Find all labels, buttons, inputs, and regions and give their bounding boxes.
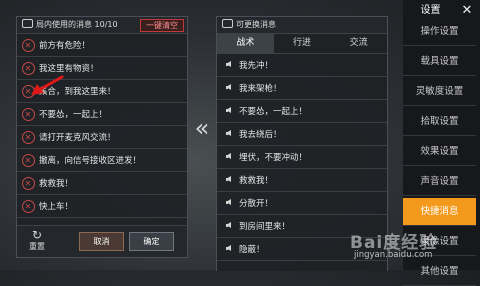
message-row[interactable]: ✕ 集合，到我这里来！ bbox=[17, 80, 187, 103]
tab-movement[interactable]: 行进 bbox=[274, 34, 331, 53]
nav-sound-settings[interactable]: 声音设置 bbox=[403, 168, 476, 196]
speaker-icon bbox=[225, 130, 231, 136]
left-panel-footer: ↻ 重置 取消 确定 bbox=[17, 225, 187, 257]
message-text: 请打开麦克风交流！ bbox=[39, 133, 116, 143]
message-row[interactable]: ✕ 我这里有物资！ bbox=[17, 57, 187, 80]
remove-icon[interactable]: ✕ bbox=[21, 176, 35, 190]
message-text: 我去绕后！ bbox=[239, 130, 282, 140]
mid-panel-title: 可更换消息 bbox=[236, 20, 276, 29]
message-row[interactable]: 我先冲！ bbox=[217, 54, 387, 77]
message-text: 不要怂，一起上！ bbox=[39, 110, 108, 120]
nav-effects-settings[interactable]: 效果设置 bbox=[403, 138, 476, 166]
nav-sensitivity-settings[interactable]: 灵敏度设置 bbox=[403, 78, 476, 106]
refresh-icon: ↻ bbox=[31, 228, 43, 242]
remove-icon[interactable]: ✕ bbox=[21, 130, 35, 144]
speaker-icon bbox=[225, 61, 231, 67]
message-row[interactable]: ✕ 快上车！ bbox=[17, 195, 187, 218]
left-panel-header: 局内使用的消息 10/10 一键清空 bbox=[17, 17, 187, 34]
message-text: 前方有危险！ bbox=[39, 41, 91, 51]
nav-quick-messages[interactable]: 快捷消息 bbox=[403, 198, 476, 226]
remove-icon[interactable]: ✕ bbox=[21, 199, 35, 213]
speaker-icon bbox=[225, 153, 231, 159]
speaker-icon bbox=[225, 107, 231, 113]
message-text: 快上车！ bbox=[39, 202, 74, 212]
message-row[interactable]: ✕ 救救我！ bbox=[17, 172, 187, 195]
watermark: Bai度经验 jingyan.baidu.com bbox=[350, 228, 466, 264]
message-row[interactable]: ✕ 前方有危险！ bbox=[17, 34, 187, 57]
message-text: 埋伏，不要冲动！ bbox=[239, 153, 308, 163]
message-text: 撤离，向信号接收区进发！ bbox=[39, 156, 142, 166]
message-text: 救救我！ bbox=[239, 176, 274, 186]
chat-icon bbox=[222, 19, 233, 28]
message-text: 隐蔽！ bbox=[239, 245, 265, 255]
remove-icon[interactable]: ✕ bbox=[21, 153, 35, 167]
message-text: 我先冲！ bbox=[239, 61, 274, 71]
remove-icon[interactable]: ✕ bbox=[21, 38, 35, 52]
remove-icon[interactable]: ✕ bbox=[21, 61, 35, 75]
message-text: 集合，到我这里来！ bbox=[39, 87, 116, 97]
tab-tactics[interactable]: 战术 bbox=[217, 34, 274, 53]
speaker-icon bbox=[225, 245, 231, 251]
speaker-icon bbox=[225, 176, 231, 182]
tab-communication[interactable]: 交流 bbox=[330, 34, 387, 53]
speaker-icon bbox=[225, 199, 231, 205]
message-category-tabs: 战术 行进 交流 bbox=[217, 34, 387, 54]
message-row[interactable]: ✕ 不要怂，一起上！ bbox=[17, 103, 187, 126]
reset-button[interactable]: ↻ 重置 bbox=[26, 229, 48, 252]
watermark-url: jingyan.baidu.com bbox=[354, 250, 433, 260]
message-text: 我这里有物资！ bbox=[39, 64, 99, 74]
move-left-arrow-icon[interactable]: « bbox=[191, 116, 213, 140]
message-row[interactable]: ✕ 撤离，向信号接收区进发！ bbox=[17, 149, 187, 172]
speaker-icon bbox=[225, 222, 231, 228]
settings-title: 设置 bbox=[403, 0, 458, 22]
remove-icon[interactable]: ✕ bbox=[21, 107, 35, 121]
nav-pickup-settings[interactable]: 拾取设置 bbox=[403, 108, 476, 136]
chat-icon bbox=[22, 19, 33, 28]
message-row[interactable]: 分散开！ bbox=[217, 192, 387, 215]
confirm-button[interactable]: 确定 bbox=[129, 232, 174, 251]
cancel-button[interactable]: 取消 bbox=[79, 232, 124, 251]
message-text: 不要怂，一起上！ bbox=[239, 107, 308, 117]
message-row[interactable]: ✕ 请打开麦克风交流！ bbox=[17, 126, 187, 149]
in-game-message-list: ✕ 前方有危险！ ✕ 我这里有物资！ ✕ 集合，到我这里来！ ✕ 不要怂，一起上！ ✕ 请… bbox=[17, 34, 187, 225]
message-row[interactable]: 不要怂，一起上！ bbox=[217, 100, 387, 123]
reset-label: 重置 bbox=[29, 242, 45, 251]
nav-operation-settings[interactable]: 操作设置 bbox=[403, 18, 476, 46]
left-panel-title: 局内使用的消息 10/10 bbox=[36, 20, 118, 29]
message-row[interactable]: 埋伏，不要冲动！ bbox=[217, 146, 387, 169]
nav-vehicle-settings[interactable]: 载具设置 bbox=[403, 48, 476, 76]
remove-icon[interactable]: ✕ bbox=[21, 84, 35, 98]
close-icon[interactable]: ✕ bbox=[458, 3, 476, 19]
speaker-icon bbox=[225, 84, 231, 90]
clear-all-button[interactable]: 一键清空 bbox=[140, 19, 184, 32]
message-row[interactable]: 我去绕后！ bbox=[217, 123, 387, 146]
mid-panel-header: 可更换消息 bbox=[217, 17, 387, 34]
message-text: 分散开！ bbox=[239, 199, 274, 209]
message-row[interactable]: 救救我！ bbox=[217, 169, 387, 192]
in-game-messages-panel: 局内使用的消息 10/10 一键清空 ✕ 前方有危险！ ✕ 我这里有物资！ ✕ 集合，… bbox=[16, 16, 188, 258]
message-row[interactable]: 我来架枪！ bbox=[217, 77, 387, 100]
message-text: 救救我！ bbox=[39, 179, 74, 189]
message-text: 我来架枪！ bbox=[239, 84, 282, 94]
message-text: 到房间里来！ bbox=[239, 222, 291, 232]
